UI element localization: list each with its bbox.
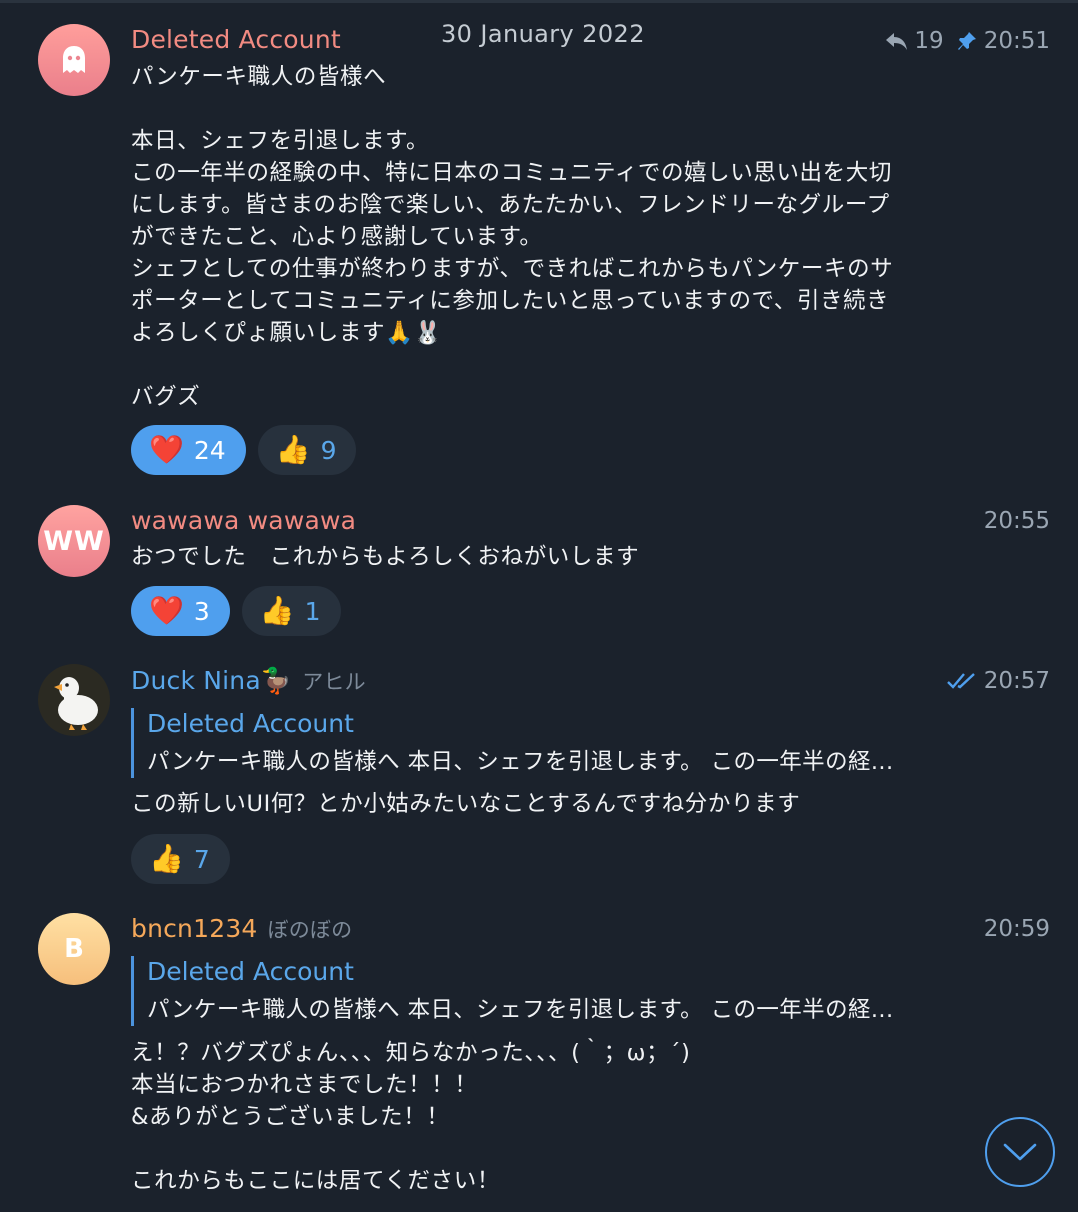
member-badge: ぼのぼの bbox=[267, 918, 353, 942]
reaction-count: 24 bbox=[193, 435, 226, 465]
member-badge: アヒル bbox=[302, 670, 366, 694]
reply-sender: Deleted Account bbox=[147, 957, 354, 986]
message-text: え！？バグズぴょん、、、知らなかった、、、(｀；ω；´) 本当におつかれさまでし… bbox=[131, 1040, 691, 1194]
thumbs-up-icon: 👍 bbox=[275, 433, 311, 466]
message-text: この新しいUI何？とか小姑みたいなことするんですね分かります bbox=[131, 791, 801, 817]
reactions: ❤️ 24 👍 9 bbox=[131, 425, 357, 475]
reactions: ❤️ 3 👍 1 bbox=[131, 586, 341, 636]
ghost-icon bbox=[63, 46, 85, 73]
pin-icon bbox=[957, 32, 976, 50]
message-meta: 20:59 bbox=[984, 916, 1050, 942]
reply-arrow-icon bbox=[886, 33, 908, 50]
message-text: おつでした これからもよろしくおねがいします bbox=[131, 544, 640, 570]
reaction-heart[interactable]: ❤️ 3 bbox=[131, 586, 230, 636]
avatar[interactable]: B bbox=[38, 913, 110, 985]
reaction-count: 3 bbox=[193, 596, 210, 626]
sender-name-text[interactable]: Duck Nina🦆 bbox=[131, 666, 292, 695]
date-header: 30 January 2022 bbox=[441, 20, 645, 48]
reply-quote[interactable]: Deleted Account パンケーキ職人の皆様へ 本日、シェフを引退します… bbox=[131, 956, 977, 1026]
duck-icon bbox=[54, 677, 98, 730]
reply-quote[interactable]: Deleted Account パンケーキ職人の皆様へ 本日、シェフを引退します… bbox=[131, 708, 977, 778]
sender-name[interactable]: Duck Nina🦆 アヒル bbox=[131, 666, 366, 696]
reply-text: パンケーキ職人の皆様へ 本日、シェフを引退します。 この一年半の経... bbox=[147, 997, 894, 1023]
reaction-heart[interactable]: ❤️ 24 bbox=[131, 425, 246, 475]
message-meta: 20:55 bbox=[984, 508, 1050, 534]
heart-icon: ❤️ bbox=[149, 433, 184, 466]
reaction-count: 1 bbox=[304, 596, 321, 626]
message-time: 20:57 bbox=[983, 668, 1050, 694]
reactions: 👍 7 bbox=[131, 834, 230, 884]
message-meta: 20:57 bbox=[946, 668, 1050, 694]
sender-name[interactable]: wawawa wawawa bbox=[131, 506, 356, 535]
message-meta: 19 20:51 bbox=[884, 28, 1050, 54]
reply-text: パンケーキ職人の皆様へ 本日、シェフを引退します。 この一年半の経... bbox=[147, 749, 894, 775]
reaction-thumbs-up[interactable]: 👍 7 bbox=[131, 834, 230, 884]
top-divider bbox=[0, 0, 1078, 3]
sender-name-text[interactable]: bncn1234 bbox=[131, 914, 258, 943]
thumbs-up-icon: 👍 bbox=[149, 842, 184, 875]
reaction-count: 7 bbox=[193, 844, 210, 874]
reaction-count: 9 bbox=[320, 435, 337, 465]
reply-sender: Deleted Account bbox=[147, 709, 354, 738]
message-time: 20:59 bbox=[983, 916, 1050, 942]
avatar[interactable]: WW bbox=[38, 505, 110, 577]
reply-count: 19 bbox=[914, 28, 944, 54]
sender-name[interactable]: Deleted Account bbox=[131, 25, 341, 54]
chevron-down-icon bbox=[1003, 1143, 1037, 1161]
thumbs-up-icon: 👍 bbox=[259, 594, 295, 627]
heart-icon: ❤️ bbox=[149, 594, 184, 627]
reaction-thumbs-up[interactable]: 👍 9 bbox=[257, 425, 357, 475]
avatar[interactable] bbox=[38, 24, 110, 96]
avatar[interactable] bbox=[38, 664, 110, 736]
message-text: パンケーキ職人の皆様へ 本日、シェフを引退します。 この一年半の経験の中、特に日… bbox=[131, 64, 894, 410]
message-time: 20:55 bbox=[983, 508, 1050, 534]
reaction-thumbs-up[interactable]: 👍 1 bbox=[241, 586, 341, 636]
scroll-down-button[interactable] bbox=[985, 1117, 1055, 1187]
sender-name[interactable]: bncn1234 ぼのぼの bbox=[131, 914, 352, 944]
message-time: 20:51 bbox=[983, 28, 1050, 54]
double-check-icon bbox=[946, 673, 975, 689]
